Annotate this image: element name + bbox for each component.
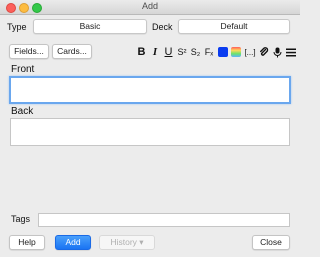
front-field-label: Front	[11, 64, 35, 75]
back-field-input[interactable]	[10, 118, 290, 146]
clear-formatting-button[interactable]: Fₓ	[203, 45, 216, 59]
highlight-color-button[interactable]	[230, 45, 243, 59]
note-type-selector[interactable]: Basic	[33, 19, 147, 34]
back-field-label: Back	[11, 106, 34, 117]
fields-button[interactable]: Fields...	[9, 44, 49, 59]
attach-media-button[interactable]	[258, 45, 271, 59]
color-picker-icon	[231, 47, 241, 57]
paperclip-icon	[260, 47, 269, 56]
text-color-button[interactable]	[216, 45, 229, 59]
history-button[interactable]: History ▾	[99, 235, 155, 250]
title-bar: Add	[0, 0, 300, 15]
superscript-button[interactable]: S²	[176, 45, 189, 59]
cards-button[interactable]: Cards...	[52, 44, 92, 59]
tags-input[interactable]	[38, 213, 290, 227]
record-audio-button[interactable]	[271, 45, 284, 59]
editor-toolbar: B I U S² S₂ Fₓ [...]	[135, 44, 298, 60]
deck-selector[interactable]: Default	[178, 19, 290, 34]
subscript-button[interactable]: S₂	[189, 45, 202, 59]
more-options-button[interactable]	[285, 45, 298, 59]
add-button[interactable]: Add	[55, 235, 91, 250]
close-button[interactable]: Close	[252, 235, 290, 250]
microphone-icon	[273, 47, 282, 57]
tags-label: Tags	[11, 214, 31, 224]
cloze-button[interactable]: [...]	[243, 45, 257, 59]
help-button[interactable]: Help	[9, 235, 45, 250]
underline-button[interactable]: U	[162, 45, 175, 59]
front-field-input[interactable]	[9, 76, 291, 104]
bold-button[interactable]: B	[135, 45, 148, 59]
window-title: Add	[141, 1, 158, 11]
type-label: Type	[7, 22, 27, 32]
italic-button[interactable]: I	[149, 45, 162, 59]
menu-icon	[286, 48, 296, 56]
text-color-swatch-icon	[217, 47, 228, 57]
deck-label: Deck	[152, 22, 173, 32]
